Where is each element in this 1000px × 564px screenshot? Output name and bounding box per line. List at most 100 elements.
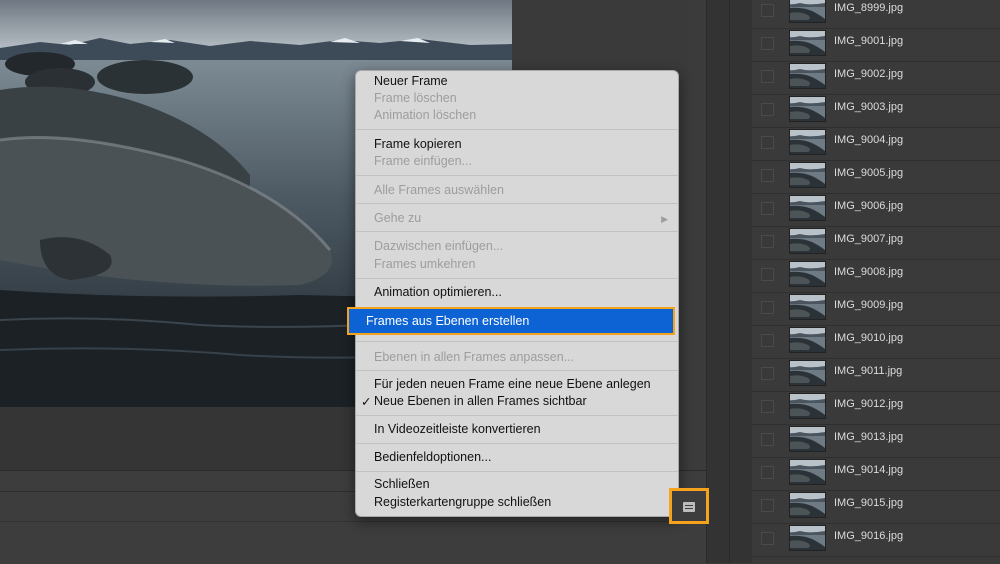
file-name: IMG_9014.jpg xyxy=(834,464,904,476)
file-thumbnail xyxy=(789,294,826,320)
menu-item-close-tab-group[interactable]: Registerkartengruppe schließen xyxy=(374,495,551,509)
file-row[interactable]: IMG_9005.jpg xyxy=(752,160,1000,194)
checkmark-icon: ✓ xyxy=(361,395,372,409)
file-row[interactable]: IMG_9014.jpg xyxy=(752,457,1000,491)
file-name: IMG_9002.jpg xyxy=(834,68,904,80)
file-thumbnail xyxy=(789,162,826,188)
hamburger-menu-icon xyxy=(683,502,695,512)
menu-item-paste-frame: Frame einfügen... xyxy=(374,154,472,168)
file-checkbox[interactable] xyxy=(761,334,774,347)
file-name: IMG_9009.jpg xyxy=(834,299,904,311)
file-row[interactable]: IMG_8999.jpg xyxy=(752,0,1000,29)
file-row[interactable]: IMG_9007.jpg xyxy=(752,226,1000,260)
file-name: IMG_9006.jpg xyxy=(834,200,904,212)
menu-separator xyxy=(356,175,678,176)
file-name: IMG_9008.jpg xyxy=(834,266,904,278)
file-thumbnail xyxy=(789,30,826,56)
menu-separator xyxy=(356,415,678,416)
file-checkbox[interactable] xyxy=(761,136,774,149)
menu-item-new-layer-per-frame[interactable]: Für jeden neuen Frame eine neue Ebene an… xyxy=(374,377,651,391)
menu-item-new-layers-visible-in-all-frames[interactable]: Neue Ebenen in allen Frames sichtbar xyxy=(374,394,587,408)
menu-item-match-layer-across-frames: Ebenen in allen Frames anpassen... xyxy=(374,350,575,364)
file-checkbox[interactable] xyxy=(761,37,774,50)
menu-separator xyxy=(356,443,678,444)
file-row[interactable]: IMG_9002.jpg xyxy=(752,61,1000,95)
file-name: IMG_9013.jpg xyxy=(834,431,904,443)
file-name: IMG_9001.jpg xyxy=(834,35,904,47)
file-checkbox[interactable] xyxy=(761,433,774,446)
menu-separator xyxy=(356,129,678,130)
file-checkbox[interactable] xyxy=(761,235,774,248)
file-thumbnail xyxy=(789,228,826,254)
menu-item-tween: Dazwischen einfügen... xyxy=(374,239,504,253)
divider-line xyxy=(729,0,730,563)
menu-item-select-all-frames: Alle Frames auswählen xyxy=(374,183,504,197)
file-checkbox[interactable] xyxy=(761,532,774,545)
file-checkbox[interactable] xyxy=(761,268,774,281)
menu-separator xyxy=(356,370,678,371)
file-checkbox[interactable] xyxy=(761,4,774,17)
file-checkbox[interactable] xyxy=(761,499,774,512)
menu-item-copy-frame[interactable]: Frame kopieren xyxy=(374,137,462,151)
file-checkbox[interactable] xyxy=(761,103,774,116)
file-thumbnail xyxy=(789,96,826,122)
file-checkbox[interactable] xyxy=(761,466,774,479)
file-checkbox[interactable] xyxy=(761,202,774,215)
menu-item-label: Frames aus Ebenen erstellen xyxy=(366,314,530,328)
file-row[interactable]: IMG_9004.jpg xyxy=(752,127,1000,161)
menu-separator xyxy=(356,231,678,232)
file-thumbnail xyxy=(789,327,826,353)
file-checkbox[interactable] xyxy=(761,301,774,314)
file-checkbox[interactable] xyxy=(761,400,774,413)
menu-item-convert-to-video-timeline[interactable]: In Videozeitleiste konvertieren xyxy=(374,422,541,436)
menu-separator xyxy=(356,471,678,472)
file-row[interactable]: IMG_9003.jpg xyxy=(752,94,1000,128)
file-list-panel: IMG_8999.jpg IMG_9001.jpg IMG_9002.jpg IMG_… xyxy=(752,0,1000,563)
file-checkbox[interactable] xyxy=(761,169,774,182)
menu-item-panel-options[interactable]: Bedienfeldoptionen... xyxy=(374,450,491,464)
file-name: IMG_9005.jpg xyxy=(834,167,904,179)
menu-item-optimize-animation[interactable]: Animation optimieren... xyxy=(374,285,502,299)
file-name: IMG_9011.jpg xyxy=(834,365,903,377)
file-thumbnail xyxy=(789,0,826,23)
file-thumbnail xyxy=(789,393,826,419)
menu-item-close[interactable]: Schließen xyxy=(374,477,430,491)
file-name: IMG_8999.jpg xyxy=(834,2,904,14)
file-thumbnail xyxy=(789,129,826,155)
file-thumbnail xyxy=(789,426,826,452)
file-name: IMG_9007.jpg xyxy=(834,233,904,245)
menu-item-make-frames-from-layers[interactable]: Frames aus Ebenen erstellen xyxy=(347,307,675,335)
menu-item-delete-frame: Frame löschen xyxy=(374,91,457,105)
file-name: IMG_9003.jpg xyxy=(834,101,904,113)
file-row[interactable]: IMG_9008.jpg xyxy=(752,259,1000,293)
file-name: IMG_9010.jpg xyxy=(834,332,904,344)
file-row[interactable]: IMG_9009.jpg xyxy=(752,292,1000,326)
file-row[interactable]: IMG_9012.jpg xyxy=(752,391,1000,425)
file-name: IMG_9016.jpg xyxy=(834,530,904,542)
file-name: IMG_9015.jpg xyxy=(834,497,904,509)
timeline-divider xyxy=(0,521,706,522)
file-row[interactable]: IMG_9013.jpg xyxy=(752,424,1000,458)
file-thumbnail xyxy=(789,525,826,551)
file-thumbnail xyxy=(789,459,826,485)
file-name: IMG_9004.jpg xyxy=(834,134,904,146)
menu-item-delete-animation: Animation löschen xyxy=(374,108,477,122)
file-row[interactable]: IMG_9001.jpg xyxy=(752,28,1000,62)
menu-separator xyxy=(356,203,678,204)
menu-separator xyxy=(356,278,678,279)
file-checkbox[interactable] xyxy=(761,367,774,380)
file-row[interactable]: IMG_9010.jpg xyxy=(752,325,1000,359)
file-row[interactable]: IMG_9016.jpg xyxy=(752,523,1000,557)
menu-item-new-frame[interactable]: Neuer Frame xyxy=(374,74,448,88)
file-row[interactable]: IMG_9011.jpg xyxy=(752,358,1000,392)
animation-panel-context-menu: Neuer Frame Frame löschen Animation lösc… xyxy=(347,70,679,517)
file-thumbnail xyxy=(789,492,826,518)
file-checkbox[interactable] xyxy=(761,70,774,83)
menu-item-go-to: Gehe zu xyxy=(374,211,422,225)
file-row[interactable]: IMG_9015.jpg xyxy=(752,490,1000,524)
submenu-arrow-icon: ▶ xyxy=(661,214,668,224)
panel-divider[interactable] xyxy=(706,0,753,563)
file-row[interactable]: IMG_9006.jpg xyxy=(752,193,1000,227)
file-thumbnail xyxy=(789,261,826,287)
panel-menu-button[interactable] xyxy=(669,488,709,524)
